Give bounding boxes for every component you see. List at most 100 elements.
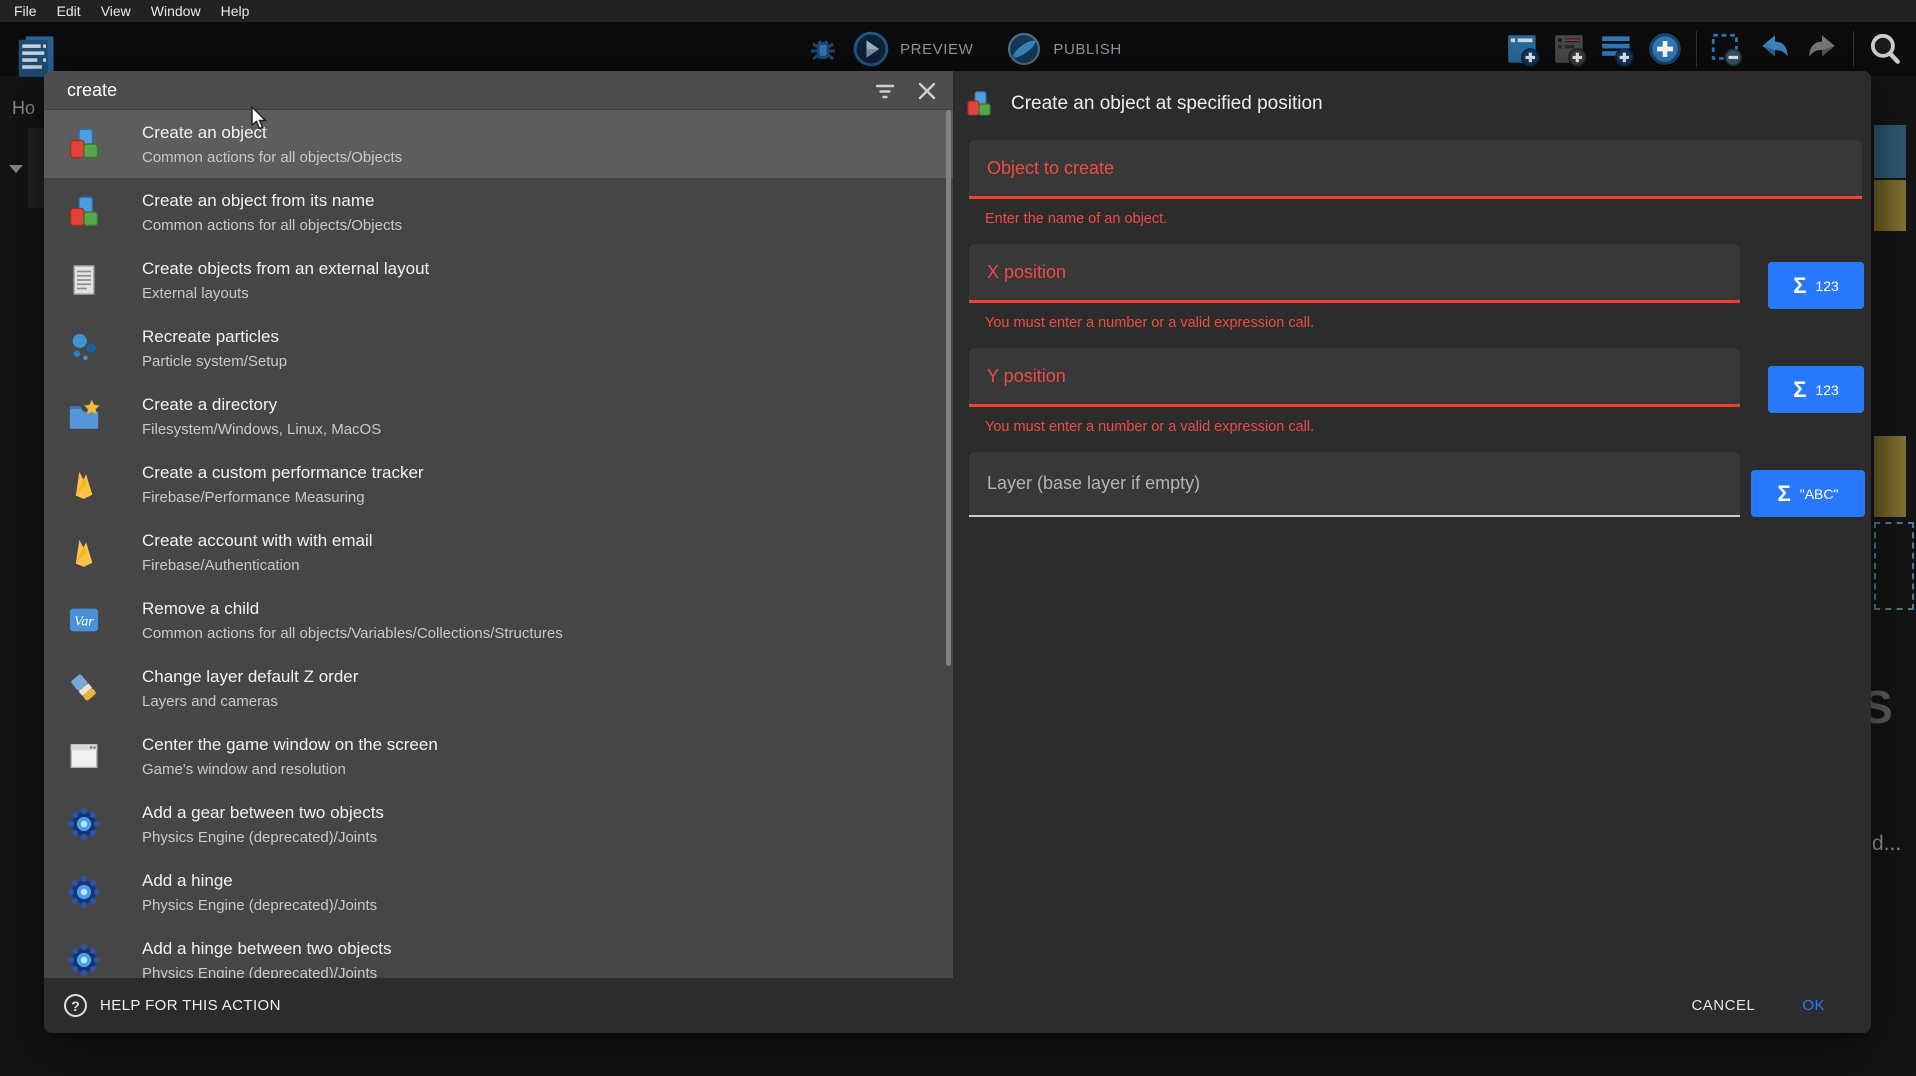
menu-item-file[interactable]: File [4, 0, 47, 22]
menu-bar: FileEditViewWindowHelp [0, 0, 1916, 22]
action-title: Create a custom performance tracker [142, 463, 941, 483]
action-title: Add a gear between two objects [142, 803, 941, 823]
action-subtitle: Layers and cameras [142, 693, 941, 711]
action-list-item[interactable]: Create objects from an external layout E… [44, 246, 953, 314]
action-subtitle: Game's window and resolution [142, 761, 941, 779]
parameter-row: Y position You must enter a number or a … [969, 348, 1855, 439]
remove-selection-icon[interactable] [1709, 30, 1747, 68]
action-list-item[interactable]: Change layer default Z order Layers and … [44, 654, 953, 722]
action-list-item[interactable]: Create a custom performance tracker Fire… [44, 450, 953, 518]
text-field[interactable]: Y position [969, 348, 1740, 407]
text-field[interactable]: X position [969, 244, 1740, 303]
preview-icon[interactable] [852, 30, 890, 68]
text-field[interactable]: Layer (base layer if empty) [969, 452, 1740, 517]
search-bar-icons [873, 71, 939, 110]
undo-icon[interactable] [1756, 30, 1794, 68]
background-text-fragment: d... [1872, 832, 1901, 856]
parameter-row: Object to create Enter the name of an ob… [969, 140, 1855, 231]
particles-icon [67, 331, 101, 365]
field-placeholder: Object to create [987, 158, 1114, 179]
physics-icon [67, 943, 101, 977]
expression-builder-button[interactable]: Σ 123 [1768, 366, 1864, 413]
action-title: Create a directory [142, 395, 941, 415]
sigma-icon: Σ [1793, 275, 1806, 297]
action-details-panel: Create an object at specified position O… [953, 71, 1871, 978]
home-tab-fragment: Ho [12, 98, 35, 119]
action-title: Create an object from its name [142, 191, 941, 211]
add-circle-icon[interactable] [1646, 30, 1684, 68]
ok-button[interactable]: OK [1802, 997, 1825, 1014]
physics-icon [67, 807, 101, 841]
action-subtitle: Physics Engine (deprecated)/Joints [142, 897, 941, 915]
toolbar-center-group: PREVIEW PUBLISH [804, 22, 1144, 76]
dialog-footer: ? HELP FOR THIS ACTION CANCEL OK [44, 978, 1871, 1033]
debug-icon[interactable] [804, 30, 842, 68]
background-right-strip: S d... [1871, 76, 1916, 1076]
field-placeholder: X position [987, 262, 1066, 283]
action-title: Recreate particles [142, 327, 941, 347]
action-list-item[interactable]: Create an object Common actions for all … [44, 110, 953, 178]
preview-button[interactable]: PREVIEW [900, 41, 973, 58]
parameter-fields: Object to create Enter the name of an ob… [969, 140, 1855, 517]
action-list-item[interactable]: Recreate particles Particle system/Setup [44, 314, 953, 382]
action-title: Create objects from an external layout [142, 259, 941, 279]
action-list-item[interactable]: Create account with with email Firebase/… [44, 518, 953, 586]
text-field[interactable]: Object to create [969, 140, 1862, 199]
redo-icon[interactable] [1803, 30, 1841, 68]
toolbar-right-group [1505, 22, 1904, 76]
publish-button[interactable]: PUBLISH [1053, 41, 1121, 58]
physics-icon [67, 875, 101, 909]
action-list-item[interactable]: Center the game window on the screen Gam… [44, 722, 953, 790]
expression-button-label: 123 [1815, 382, 1838, 398]
publish-icon[interactable] [1005, 30, 1043, 68]
var-icon: Var [67, 603, 101, 637]
help-label: HELP FOR THIS ACTION [100, 997, 281, 1014]
field-helper-text: You must enter a number or a valid expre… [985, 419, 1855, 439]
menu-item-edit[interactable]: Edit [47, 0, 91, 22]
action-title: Change layer default Z order [142, 667, 941, 687]
details-title: Create an object at specified position [1011, 93, 1323, 115]
action-list-item[interactable]: Add a hinge Physics Engine (deprecated)/… [44, 858, 953, 926]
background-text-fragment: S [1871, 680, 1893, 734]
firebase-icon [67, 467, 101, 501]
firebase-icon [67, 535, 101, 569]
search-icon[interactable] [1866, 30, 1904, 68]
action-list-item[interactable]: Create a directory Filesystem/Windows, L… [44, 382, 953, 450]
action-subtitle: Firebase/Performance Measuring [142, 489, 941, 507]
menu-item-view[interactable]: View [91, 0, 141, 22]
action-list-item[interactable]: Create an object from its name Common ac… [44, 178, 953, 246]
close-icon[interactable] [915, 79, 939, 103]
parameter-row: X position You must enter a number or a … [969, 244, 1855, 335]
add-event-icon[interactable] [1505, 30, 1543, 68]
action-list-panel: create Create an object Common actions f… [44, 71, 953, 978]
help-for-this-action-button[interactable]: ? HELP FOR THIS ACTION [64, 994, 281, 1017]
parameter-row: Layer (base layer if empty) Σ "ABC" [969, 452, 1855, 517]
search-bar[interactable]: create [44, 71, 953, 110]
expression-button-label: 123 [1815, 278, 1838, 294]
menu-item-window[interactable]: Window [141, 0, 211, 22]
add-subevent-icon[interactable] [1552, 30, 1590, 68]
action-title: Create account with with email [142, 531, 941, 551]
action-list-item[interactable]: Add a gear between two objects Physics E… [44, 790, 953, 858]
sigma-icon: Σ [1793, 379, 1806, 401]
add-comment-icon[interactable] [1599, 30, 1637, 68]
footer-actions: CANCEL OK [1691, 997, 1871, 1014]
action-subtitle: Common actions for all objects/Variables… [142, 625, 941, 643]
eraser-icon [67, 671, 101, 705]
action-list-item[interactable]: Var Remove a child Common actions for al… [44, 586, 953, 654]
chevron-down-icon[interactable] [9, 165, 23, 173]
filter-icon[interactable] [873, 79, 897, 103]
instance-fragment [1874, 436, 1906, 517]
action-list: Create an object Common actions for all … [44, 110, 953, 978]
list-scrollbar[interactable] [946, 110, 951, 666]
cancel-button[interactable]: CANCEL [1691, 997, 1755, 1014]
action-subtitle: Common actions for all objects/Objects [142, 149, 941, 167]
action-list-item[interactable]: Add a hinge between two objects Physics … [44, 926, 953, 978]
expression-builder-button[interactable]: Σ "ABC" [1751, 470, 1865, 517]
action-subtitle: Firebase/Authentication [142, 557, 941, 575]
expression-builder-button[interactable]: Σ 123 [1768, 262, 1864, 309]
details-header: Create an object at specified position [953, 71, 1871, 137]
search-input[interactable]: create [67, 80, 117, 101]
cubes-icon [67, 127, 101, 161]
menu-item-help[interactable]: Help [211, 0, 260, 22]
